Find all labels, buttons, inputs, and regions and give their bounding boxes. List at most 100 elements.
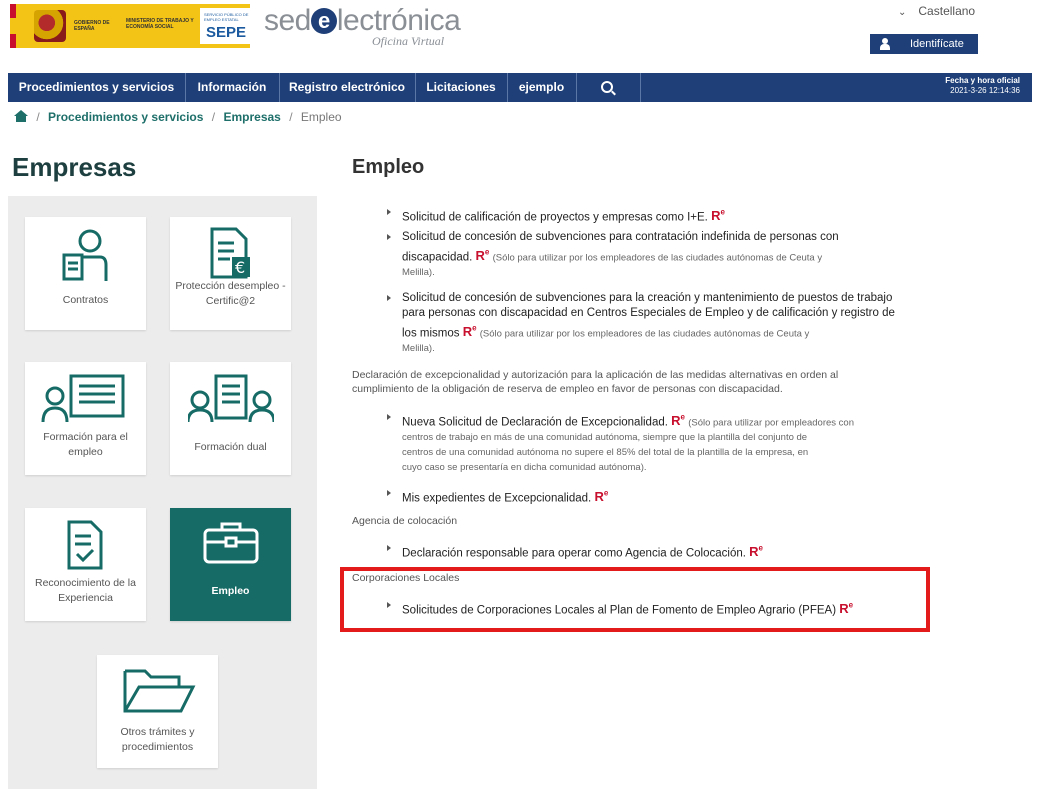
item-note: cuyo caso se presentaría en dicha comuni… <box>402 462 647 474</box>
item-link-line[interactable]: Solicitud de concesión de subvenciones p… <box>402 230 962 245</box>
list-item: Solicitud de calificación de proyectos y… <box>387 205 942 225</box>
nav-item-informacion[interactable]: Información <box>185 73 280 102</box>
tile-otros-tramites[interactable]: Otros trámites y procedimientos <box>97 655 218 768</box>
nav-item-registro[interactable]: Registro electrónico <box>279 73 416 102</box>
tile-label: Empleo <box>211 585 250 597</box>
list-item: Solicitudes de Corporaciones Locales al … <box>387 598 922 618</box>
main-nav: Procedimientos y servicios Información R… <box>8 73 1032 102</box>
tile-label: Formación para el empleo <box>43 431 128 458</box>
nav-item-licitaciones[interactable]: Licitaciones <box>415 73 508 102</box>
page-title: Empleo <box>352 156 425 178</box>
identify-button[interactable]: Identifícate <box>870 34 978 54</box>
nav-search-button[interactable] <box>576 73 641 102</box>
sepe-full-name: SERVICIO PÚBLICO DE EMPLEO ESTATAL <box>204 12 249 22</box>
bullet-arrow-icon <box>387 602 391 608</box>
list-item: Declaración responsable para operar como… <box>387 541 942 561</box>
tile-formacion-dual[interactable]: Formación dual <box>170 362 291 475</box>
item-link[interactable]: Solicitudes de Corporaciones Locales al … <box>402 604 836 616</box>
tile-contratos[interactable]: Contratos <box>25 217 146 330</box>
re-register-icon[interactable]: Re <box>839 601 853 616</box>
user-icon <box>880 38 890 50</box>
breadcrumb-procedimientos[interactable]: Procedimientos y servicios <box>48 110 203 124</box>
contract-person-icon <box>62 229 108 281</box>
item-link-line[interactable]: los mismos <box>402 327 460 339</box>
chevron-down-icon: ⌄ <box>898 7 907 18</box>
re-register-icon[interactable]: Re <box>671 413 685 428</box>
home-icon[interactable] <box>14 110 28 122</box>
list-item: Solicitud de concesión de subvenciones p… <box>387 291 962 356</box>
nav-item-ejemplo[interactable]: ejemplo <box>507 73 577 102</box>
nav-item-procedimientos[interactable]: Procedimientos y servicios <box>8 73 186 102</box>
training-icon <box>41 374 125 423</box>
tile-label: Reconocimiento de la Experiencia <box>35 577 136 604</box>
section-text: cumplimiento de la obligación de reserva… <box>352 383 783 395</box>
sepe-logo: SERVICIO PÚBLICO DE EMPLEO ESTATAL SEPE <box>200 8 250 44</box>
bullet-arrow-icon <box>387 209 391 215</box>
tile-label: Protección desempleo - Certific@2 <box>175 280 286 307</box>
gov-logo-strip[interactable]: GOBIERNO DE ESPAÑA MINISTERIO DE TRABAJO… <box>10 4 250 48</box>
bullet-arrow-icon <box>387 545 391 551</box>
checked-document-icon <box>67 520 103 570</box>
search-icon <box>601 81 613 93</box>
dual-training-icon <box>188 374 274 423</box>
item-link-line[interactable]: Solicitud de concesión de subvenciones p… <box>402 291 962 306</box>
tile-label: Contratos <box>62 294 109 306</box>
item-note: centros de trabajo en más de una comunid… <box>402 432 808 444</box>
item-link[interactable]: Nueva Solicitud de Declaración de Excepc… <box>402 416 668 428</box>
coat-of-arms-icon <box>34 10 66 42</box>
euro-document-icon: € <box>210 227 250 279</box>
re-register-icon[interactable]: Re <box>711 208 725 223</box>
item-note: (Sólo para utilizar por los empleadores … <box>479 328 810 340</box>
list-item: Mis expedientes de Excepcionalidad. Re <box>387 486 942 506</box>
datetime-label: Fecha y hora oficial <box>945 76 1020 85</box>
item-link[interactable]: Mis expedientes de Excepcionalidad. <box>402 492 591 504</box>
sede-logo-pre: sed <box>264 4 311 37</box>
oficina-virtual-label: Oficina Virtual <box>372 34 445 48</box>
item-note: (Sólo para utilizar por los empleadores … <box>492 252 823 264</box>
sede-logo-e: e <box>310 8 337 34</box>
list-item: Solicitud de concesión de subvenciones p… <box>387 230 962 280</box>
section-excepcionalidad: Declaración de excepcionalidad y autoriz… <box>352 368 932 396</box>
tile-empleo[interactable]: Empleo <box>170 508 291 621</box>
bullet-arrow-icon <box>387 234 391 240</box>
sepe-label: SEPE <box>206 24 247 41</box>
item-note: Melilla). <box>402 267 435 279</box>
re-register-icon[interactable]: Re <box>594 489 608 504</box>
briefcase-icon <box>203 522 259 564</box>
tile-reconocimiento-experiencia[interactable]: Reconocimiento de la Experiencia <box>25 508 146 621</box>
sede-logo-post: lectrónica <box>336 4 461 37</box>
section-agencia-colocacion: Agencia de colocación <box>352 515 458 527</box>
sede-electronica-logo[interactable]: sed e lectrónica <box>264 4 461 38</box>
breadcrumb-empresas[interactable]: Empresas <box>223 110 280 124</box>
item-link[interactable]: Solicitud de calificación de proyectos y… <box>402 211 708 223</box>
breadcrumb-separator: / <box>36 110 40 124</box>
item-note: (Sólo para utilizar por empleadores con <box>688 417 854 429</box>
bullet-arrow-icon <box>387 414 391 420</box>
breadcrumb-current: Empleo <box>300 110 342 124</box>
sidebar-title: Empresas <box>12 152 137 182</box>
list-item: Nueva Solicitud de Declaración de Excepc… <box>387 410 962 475</box>
tile-formacion-empleo[interactable]: Formación para el empleo <box>25 362 146 475</box>
section-text: Declaración de excepcionalidad y autoriz… <box>352 369 839 381</box>
flag-stripe-yellow <box>10 18 16 34</box>
item-note: centros de una comunidad autónoma no sup… <box>402 447 809 459</box>
bullet-arrow-icon <box>387 490 391 496</box>
language-selector[interactable]: ⌄ Castellano <box>898 4 975 18</box>
re-register-icon[interactable]: Re <box>476 248 490 263</box>
bullet-arrow-icon <box>387 295 391 301</box>
official-datetime: Fecha y hora oficial 2021-3-26 12:14:36 <box>945 76 1020 96</box>
ministry-label: MINISTERIO DE TRABAJO Y ECONOMÍA SOCIAL <box>126 18 194 30</box>
item-note: Melilla). <box>402 343 435 355</box>
tile-proteccion-desempleo[interactable]: € Protección desempleo - Certific@2 <box>170 217 291 330</box>
re-register-icon[interactable]: Re <box>463 324 477 339</box>
item-link-line[interactable]: para personas con discapacidad en Centro… <box>402 306 962 321</box>
folder-icon <box>123 669 196 713</box>
breadcrumb-separator: / <box>211 110 216 124</box>
gov-label: GOBIERNO DE ESPAÑA <box>74 20 110 32</box>
datetime-value: 2021-3-26 12:14:36 <box>950 86 1020 95</box>
breadcrumb-separator: / <box>289 110 293 124</box>
item-link[interactable]: Declaración responsable para operar como… <box>402 547 746 559</box>
re-register-icon[interactable]: Re <box>749 544 763 559</box>
item-link-line[interactable]: discapacidad. <box>402 251 472 263</box>
identify-label: Identifícate <box>910 38 964 50</box>
